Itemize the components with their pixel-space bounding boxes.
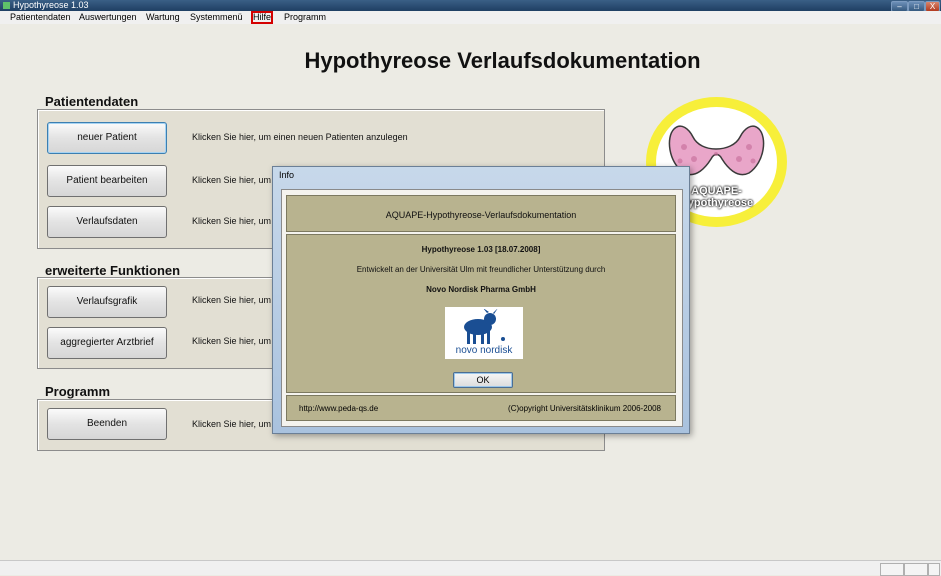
hint-arztbrief: Klicken Sie hier, um bbox=[192, 336, 272, 346]
verlaufsdaten-button[interactable]: Verlaufsdaten bbox=[47, 206, 167, 238]
dialog-main-panel: Hypothyreose 1.03 [18.07.2008] Entwickel… bbox=[286, 234, 676, 393]
section-label-patientendaten: Patientendaten bbox=[45, 94, 139, 109]
window-title: Hypothyreose 1.03 bbox=[13, 0, 89, 10]
app-title: Hypothyreose Verlaufsdokumentation bbox=[304, 48, 701, 73]
dialog-header-text: AQUAPE-Hypothyreose-Verlaufsdokumentatio… bbox=[385, 210, 577, 220]
verlaufsgrafik-button[interactable]: Verlaufsgrafik bbox=[47, 286, 167, 318]
beenden-button[interactable]: Beenden bbox=[47, 408, 167, 440]
app-icon bbox=[3, 2, 10, 9]
dialog-footer-panel: http://www.peda-qs.de (C)opyright Univer… bbox=[286, 395, 676, 421]
novo-nordisk-logo-text: novo nordisk bbox=[455, 345, 513, 356]
section-label-programm: Programm bbox=[45, 384, 111, 399]
menu-wartung[interactable]: Wartung bbox=[145, 12, 181, 23]
status-cell-3 bbox=[928, 563, 940, 576]
bull-icon bbox=[464, 309, 505, 344]
menu-programm[interactable]: Programm bbox=[283, 12, 327, 23]
dialog-body: AQUAPE-Hypothyreose-Verlaufsdokumentatio… bbox=[281, 189, 683, 427]
hint-edit-patient: Klicken Sie hier, um bbox=[192, 175, 272, 185]
menu-systemmenue[interactable]: Systemmenü bbox=[189, 12, 244, 23]
status-cell-1 bbox=[880, 563, 904, 576]
version-text: Hypothyreose 1.03 [18.07.2008] bbox=[421, 245, 541, 254]
menu-auswertungen[interactable]: Auswertungen bbox=[78, 12, 138, 23]
new-patient-button[interactable]: neuer Patient bbox=[47, 122, 167, 154]
url-text: http://www.peda-qs.de bbox=[299, 404, 379, 413]
novo-nordisk-logo: novo nordisk bbox=[445, 307, 523, 359]
copyright-text: (C)opyright Universitätsklinikum 2006-20… bbox=[508, 404, 661, 413]
hint-verlaufsgrafik: Klicken Sie hier, um bbox=[192, 295, 272, 305]
hint-beenden: Klicken Sie hier, um bbox=[192, 419, 272, 429]
status-bar bbox=[0, 560, 941, 576]
menu-patientendaten[interactable]: Patientendaten bbox=[9, 12, 72, 23]
dialog-title: Info bbox=[279, 170, 295, 180]
menu-hilfe[interactable]: Hilfe bbox=[250, 11, 274, 24]
edit-patient-button[interactable]: Patient bearbeiten bbox=[47, 165, 167, 197]
ok-button[interactable]: OK bbox=[453, 372, 513, 388]
hint-verlaufsdaten: Klicken Sie hier, um bbox=[192, 216, 272, 226]
sponsor-text: Novo Nordisk Pharma GmbH bbox=[426, 285, 536, 294]
dialog-header-panel: AQUAPE-Hypothyreose-Verlaufsdokumentatio… bbox=[286, 195, 676, 232]
menu-bar: Patientendaten Auswertungen Wartung Syst… bbox=[0, 11, 941, 24]
hint-new-patient: Klicken Sie hier, um einen neuen Patient… bbox=[192, 132, 408, 142]
status-cell-2 bbox=[904, 563, 928, 576]
aggregierter-arztbrief-button[interactable]: aggregierter Arztbrief bbox=[47, 327, 167, 359]
title-bar: Hypothyreose 1.03 – □ X bbox=[0, 0, 941, 12]
developed-text: Entwickelt an der Universität Ulm mit fr… bbox=[356, 265, 606, 274]
section-label-erweitert: erweiterte Funktionen bbox=[45, 263, 181, 278]
info-dialog: Info AQUAPE-Hypothyreose-Verlaufsdokumen… bbox=[272, 166, 690, 434]
